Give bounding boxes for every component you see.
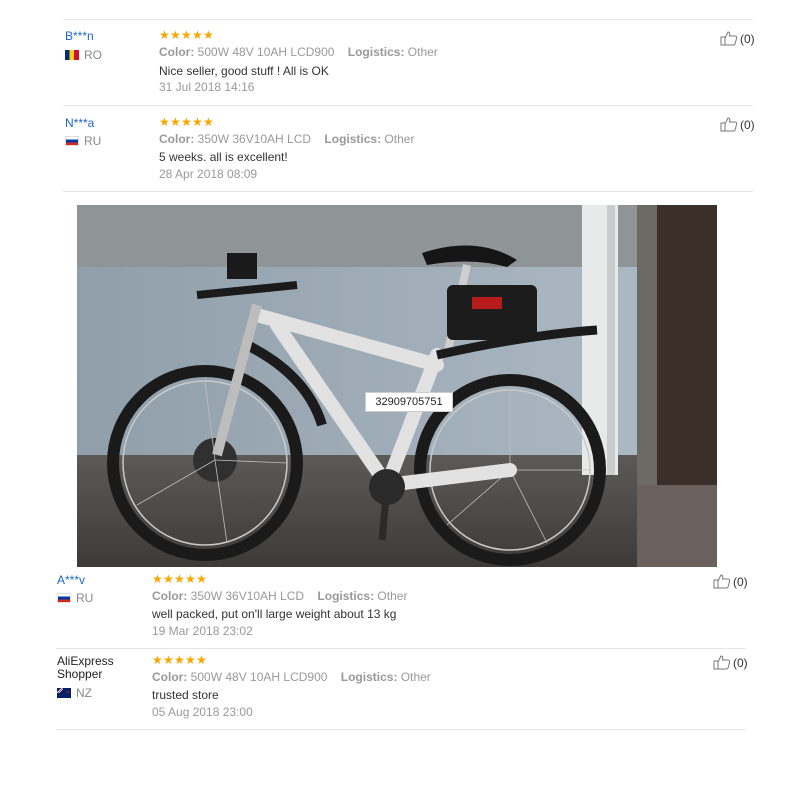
review-date: 19 Mar 2018 23:02 [152,624,253,638]
reviewer-name[interactable]: A***v [57,574,85,587]
logistics-value: Other [384,132,415,146]
review-text: trusted store [152,688,219,702]
star-icon: ★ [185,653,196,667]
bicycle-photo [77,205,717,567]
order-info: Color: 350W 36V10AH LCD Logistics: Other [159,132,424,146]
color-label: Color: [152,670,188,684]
flag-ru-icon [65,136,79,146]
logistics-value: Other [400,670,431,684]
review-date: 05 Aug 2018 23:00 [152,705,253,719]
color-label: Color: [152,589,188,603]
thumbs-up-icon [713,574,731,589]
reviewer-name: AliExpress Shopper [57,655,114,681]
review-text: 5 weeks. all is excellent! [159,150,288,164]
star-icon: ★ [174,572,185,586]
country-code: RU [84,134,102,148]
star-icon: ★ [152,653,163,667]
country-code: RO [84,48,102,62]
review-date: 28 Apr 2018 08:09 [159,167,258,181]
star-icon: ★ [159,115,170,129]
helpful-count: (0) [733,655,748,670]
review-divider [56,729,746,730]
star-rating: ★ ★ ★ ★ ★ [152,653,207,667]
color-value: 500W 48V 10AH LCD900 [197,45,335,59]
thumbs-up-icon [720,117,738,132]
flag-ro-icon [65,50,79,60]
star-icon: ★ [170,28,181,42]
review-divider [56,648,746,649]
review-photo[interactable]: 32909705751 [77,205,717,567]
helpful-button[interactable]: (0) [720,117,755,132]
star-icon: ★ [163,572,174,586]
color-label: Color: [159,45,195,59]
logistics-value: Other [407,45,438,59]
star-icon: ★ [196,572,207,586]
color-value: 500W 48V 10AH LCD900 [190,670,328,684]
reviewer-country: RU [65,134,101,148]
flag-ru-icon [57,593,71,603]
helpful-button[interactable]: (0) [713,574,748,589]
reviewer-name[interactable]: N***a [65,117,94,130]
review-text: Nice seller, good stuff ! All is OK [159,64,329,78]
star-icon: ★ [159,28,170,42]
flag-nz-icon [57,688,71,698]
star-icon: ★ [170,115,181,129]
order-info: Color: 500W 48V 10AH LCD900 Logistics: O… [159,45,448,59]
star-rating: ★ ★ ★ ★ ★ [159,28,214,42]
logistics-label: Logistics: [340,670,398,684]
helpful-button[interactable]: (0) [720,31,755,46]
color-label: Color: [159,132,195,146]
country-code: NZ [76,686,92,700]
country-code: RU [76,591,94,605]
reviewer-name[interactable]: B***n [65,30,94,43]
order-info: Color: 500W 48V 10AH LCD900 Logistics: O… [152,670,441,684]
star-rating: ★ ★ ★ ★ ★ [152,572,207,586]
star-icon: ★ [181,28,192,42]
helpful-count: (0) [740,117,755,132]
photo-overlay-label: 32909705751 [365,392,453,412]
reviewer-country: NZ [57,686,92,700]
reviewer-name-line2: Shopper [57,667,103,681]
helpful-count: (0) [733,574,748,589]
star-icon: ★ [192,115,203,129]
review-divider [63,19,753,20]
thumbs-up-icon [720,31,738,46]
star-icon: ★ [196,653,207,667]
reviewer-country: RO [65,48,102,62]
star-icon: ★ [192,28,203,42]
star-rating: ★ ★ ★ ★ ★ [159,115,214,129]
star-icon: ★ [163,653,174,667]
color-value: 350W 36V10AH LCD [197,132,312,146]
logistics-label: Logistics: [317,589,375,603]
logistics-label: Logistics: [347,45,405,59]
star-icon: ★ [185,572,196,586]
star-icon: ★ [152,572,163,586]
order-info: Color: 350W 36V10AH LCD Logistics: Other [152,589,417,603]
color-value: 350W 36V10AH LCD [190,589,305,603]
review-text: well packed, put on'll large weight abou… [152,607,397,621]
thumbs-up-icon [713,655,731,670]
star-icon: ★ [203,28,214,42]
reviewer-country: RU [57,591,93,605]
logistics-value: Other [377,589,408,603]
star-icon: ★ [181,115,192,129]
star-icon: ★ [203,115,214,129]
review-divider [63,105,753,106]
helpful-count: (0) [740,31,755,46]
logistics-label: Logistics: [324,132,382,146]
review-divider [63,191,753,192]
star-icon: ★ [174,653,185,667]
helpful-button[interactable]: (0) [713,655,748,670]
review-date: 31 Jul 2018 14:16 [159,80,255,94]
